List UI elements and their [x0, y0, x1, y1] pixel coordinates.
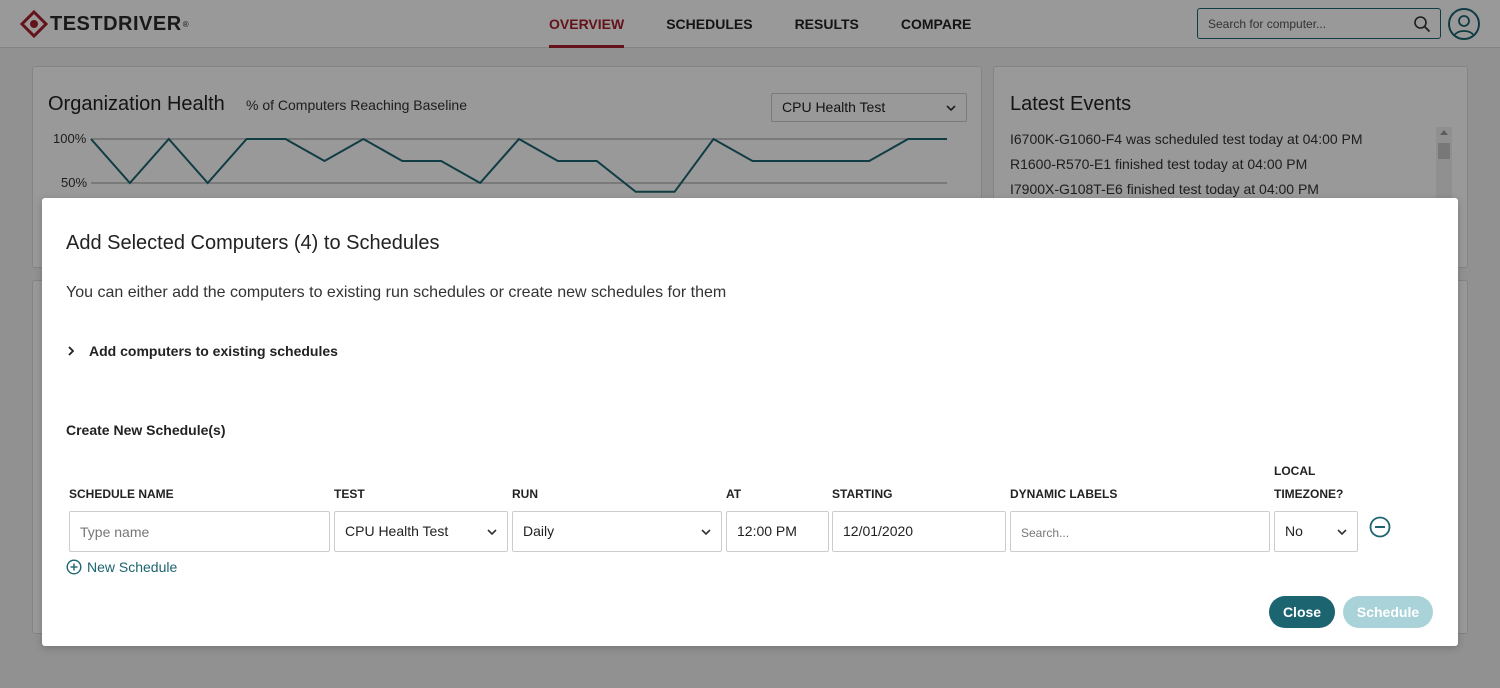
plus-circle-icon — [66, 559, 82, 575]
add-to-schedules-modal: Add Selected Computers (4) to Schedules … — [42, 198, 1458, 646]
new-schedule-button[interactable]: New Schedule — [66, 557, 177, 577]
col-schedule-name: SCHEDULE NAME — [69, 487, 174, 501]
close-button[interactable]: Close — [1269, 596, 1335, 628]
run-select-value: Daily — [523, 523, 555, 539]
local-timezone-value: No — [1285, 523, 1303, 539]
modal-title: Add Selected Computers (4) to Schedules — [66, 232, 440, 254]
chevron-down-icon — [1337, 529, 1347, 536]
start-date-input[interactable]: 12/01/2020 — [832, 511, 1006, 552]
existing-schedules-toggle[interactable]: Add computers to existing schedules — [66, 341, 338, 361]
test-select-value: CPU Health Test — [345, 523, 449, 539]
col-run: RUN — [512, 487, 538, 501]
create-schedule-title: Create New Schedule(s) — [66, 422, 226, 438]
dynamic-labels-search-input[interactable] — [1010, 511, 1270, 552]
run-select[interactable]: Daily — [512, 511, 722, 552]
existing-schedules-label: Add computers to existing schedules — [89, 343, 338, 359]
chevron-right-icon — [68, 346, 75, 356]
col-starting: STARTING — [832, 487, 893, 501]
start-date-value: 12/01/2020 — [843, 523, 914, 539]
schedule-button[interactable]: Schedule — [1343, 596, 1433, 628]
col-local-timezone-line2: TIMEZONE? — [1274, 487, 1344, 501]
remove-row-icon[interactable] — [1369, 516, 1391, 538]
col-test: TEST — [334, 487, 365, 501]
chevron-down-icon — [487, 529, 497, 536]
chevron-down-icon — [701, 529, 711, 536]
local-timezone-select[interactable]: No — [1274, 511, 1358, 552]
schedule-name-input[interactable] — [69, 511, 330, 552]
col-local-timezone-line1: LOCAL — [1274, 464, 1316, 478]
col-at: AT — [726, 487, 742, 501]
time-input-value: 12:00 PM — [737, 523, 797, 539]
test-select[interactable]: CPU Health Test — [334, 511, 508, 552]
time-input[interactable]: 12:00 PM — [726, 511, 829, 552]
new-schedule-label: New Schedule — [87, 559, 178, 575]
modal-description: You can either add the computers to exis… — [66, 284, 727, 301]
col-dynamic-labels: DYNAMIC LABELS — [1010, 487, 1118, 501]
